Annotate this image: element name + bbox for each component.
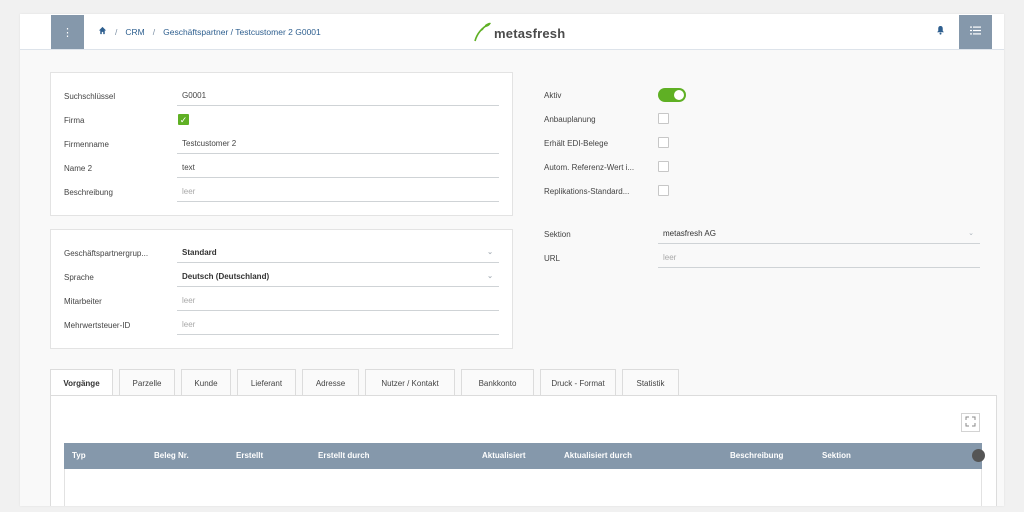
column-header-aktualisiert-durch[interactable]: Aktualisiert durch [564, 451, 632, 460]
beschreibung-label: Beschreibung [64, 188, 113, 197]
column-header-beschreibung[interactable]: Beschreibung [730, 451, 783, 460]
breadcrumb-separator: / [115, 26, 118, 37]
firma-checkbox[interactable]: ✓ [178, 114, 189, 125]
mitarbeiter-label: Mitarbeiter [64, 297, 102, 306]
logo: metasfresh [472, 21, 565, 45]
gruppe-label: Geschäftspartnergrup... [64, 249, 149, 258]
table-body [64, 469, 982, 506]
beschreibung-input[interactable]: leer [177, 182, 499, 202]
tab-druck-format[interactable]: Druck - Format [540, 369, 616, 396]
mwst-input[interactable]: leer [177, 315, 499, 335]
bell-icon[interactable] [936, 25, 945, 38]
field-row-mitarbeiter: Mitarbeiter leer [64, 291, 502, 315]
tab-adresse[interactable]: Adresse [302, 369, 359, 396]
aktiv-toggle[interactable] [658, 88, 686, 102]
menu-button[interactable]: ⋮ [51, 15, 84, 49]
tab-panel: Typ Beleg Nr. Erstellt Erstellt durch Ak… [50, 395, 997, 506]
vertical-dots-icon: ⋮ [62, 26, 73, 39]
name2-label: Name 2 [64, 164, 93, 173]
field-row-sprache: Sprache Deutsch (Deutschland) ⌄ [64, 267, 502, 291]
field-row-gruppe: Geschäftspartnergrup... Standard ⌄ [64, 243, 502, 267]
firmenname-label: Firmenname [64, 140, 109, 149]
expand-button[interactable] [961, 413, 980, 432]
anbauplanung-checkbox[interactable] [658, 113, 669, 124]
firma-label: Firma [64, 116, 85, 125]
main-data-panel: Suchschlüssel G0001 Firma ✓ Firmenname T… [50, 72, 513, 216]
scrollbar-thumb[interactable] [972, 449, 985, 462]
logo-text: metasfresh [494, 25, 566, 41]
url-label: URL [544, 254, 561, 263]
breadcrumb-document[interactable]: Geschäftspartner / Testcustomer 2 G0001 [163, 27, 321, 37]
leaf-icon [472, 21, 492, 45]
tab-nutzer-kontakt[interactable]: Nutzer / Kontakt [365, 369, 455, 396]
breadcrumb-separator: / [152, 26, 156, 37]
tab-statistik[interactable]: Statistik [622, 369, 679, 396]
field-row-aktiv: Aktiv [544, 85, 984, 109]
breadcrumb-crm[interactable]: CRM [125, 27, 144, 37]
home-icon[interactable] [98, 26, 107, 37]
mwst-label: Mehrwertsteuer-ID [64, 321, 131, 330]
replikation-checkbox[interactable] [658, 185, 669, 196]
sektion-label: Sektion [544, 230, 571, 239]
tab-lieferant[interactable]: Lieferant [237, 369, 296, 396]
field-row-url: URL leer [544, 248, 984, 272]
gruppe-value: Standard [182, 248, 217, 257]
field-row-replikation: Replikations-Standard... [544, 181, 984, 205]
column-header-sektion[interactable]: Sektion [822, 451, 851, 460]
gruppe-select[interactable]: Standard ⌄ [177, 243, 499, 263]
app-window: ⋮ / CRM / Geschäftspartner / Testcustome… [20, 14, 1004, 506]
replikation-label: Replikations-Standard... [544, 187, 630, 196]
autom-checkbox[interactable] [658, 161, 669, 172]
field-row-suchschluessel: Suchschlüssel G0001 [64, 86, 502, 110]
tab-bankkonto[interactable]: Bankkonto [461, 369, 534, 396]
checkmark-icon: ✓ [179, 115, 188, 125]
suchschluessel-label: Suchschlüssel [64, 92, 116, 101]
expand-icon [965, 416, 976, 429]
suchschluessel-input[interactable]: G0001 [177, 86, 499, 106]
field-row-beschreibung: Beschreibung leer [64, 182, 502, 206]
field-row-mwst: Mehrwertsteuer-ID leer [64, 315, 502, 339]
field-row-edi: Erhält EDI-Belege [544, 133, 984, 157]
flags-section: Aktiv Anbauplanung Erhält EDI-Belege Aut… [544, 85, 984, 200]
chevron-down-icon: ⌄ [968, 230, 974, 237]
url-input[interactable]: leer [658, 248, 980, 268]
sektion-select[interactable]: metasfresh AG ⌄ [658, 224, 980, 244]
chevron-down-icon: ⌄ [487, 249, 493, 256]
autom-label: Autom. Referenz-Wert i... [544, 163, 635, 172]
field-row-anbauplanung: Anbauplanung [544, 109, 984, 133]
sprache-label: Sprache [64, 273, 94, 282]
sprache-select[interactable]: Deutsch (Deutschland) ⌄ [177, 267, 499, 287]
aktiv-label: Aktiv [544, 91, 562, 100]
field-row-name2: Name 2 text [64, 158, 502, 182]
tab-kunde[interactable]: Kunde [181, 369, 231, 396]
toggle-knob [674, 90, 684, 100]
field-row-autom: Autom. Referenz-Wert i... [544, 157, 984, 181]
field-row-firmenname: Firmenname Testcustomer 2 [64, 134, 502, 158]
sprache-value: Deutsch (Deutschland) [182, 272, 270, 281]
sektion-value: metasfresh AG [663, 229, 716, 238]
tab-vorgaenge[interactable]: Vorgänge [50, 369, 113, 397]
tab-parzelle[interactable]: Parzelle [119, 369, 175, 396]
column-header-beleg-nr[interactable]: Beleg Nr. [154, 451, 189, 460]
edi-label: Erhält EDI-Belege [544, 139, 609, 148]
column-header-erstellt[interactable]: Erstellt [236, 451, 263, 460]
section-fields: Sektion metasfresh AG ⌄ URL leer [544, 224, 984, 274]
chevron-down-icon: ⌄ [487, 273, 493, 280]
top-header: ⋮ / CRM / Geschäftspartner / Testcustome… [20, 14, 1004, 50]
name2-input[interactable]: text [177, 158, 499, 178]
mitarbeiter-input[interactable]: leer [177, 291, 499, 311]
breadcrumb: / CRM / Geschäftspartner / Testcustomer … [98, 26, 321, 37]
edi-checkbox[interactable] [658, 137, 669, 148]
anbauplanung-label: Anbauplanung [544, 115, 596, 124]
column-header-typ[interactable]: Typ [72, 451, 86, 460]
side-list-button[interactable] [959, 15, 992, 49]
column-header-erstellt-durch[interactable]: Erstellt durch [318, 451, 370, 460]
table-header: Typ Beleg Nr. Erstellt Erstellt durch Ak… [64, 443, 985, 469]
firmenname-input[interactable]: Testcustomer 2 [177, 134, 499, 154]
field-row-firma: Firma ✓ [64, 110, 502, 134]
partner-data-panel: Geschäftspartnergrup... Standard ⌄ Sprac… [50, 229, 513, 349]
field-row-sektion: Sektion metasfresh AG ⌄ [544, 224, 984, 248]
list-icon [970, 26, 981, 38]
column-header-aktualisiert[interactable]: Aktualisiert [482, 451, 526, 460]
